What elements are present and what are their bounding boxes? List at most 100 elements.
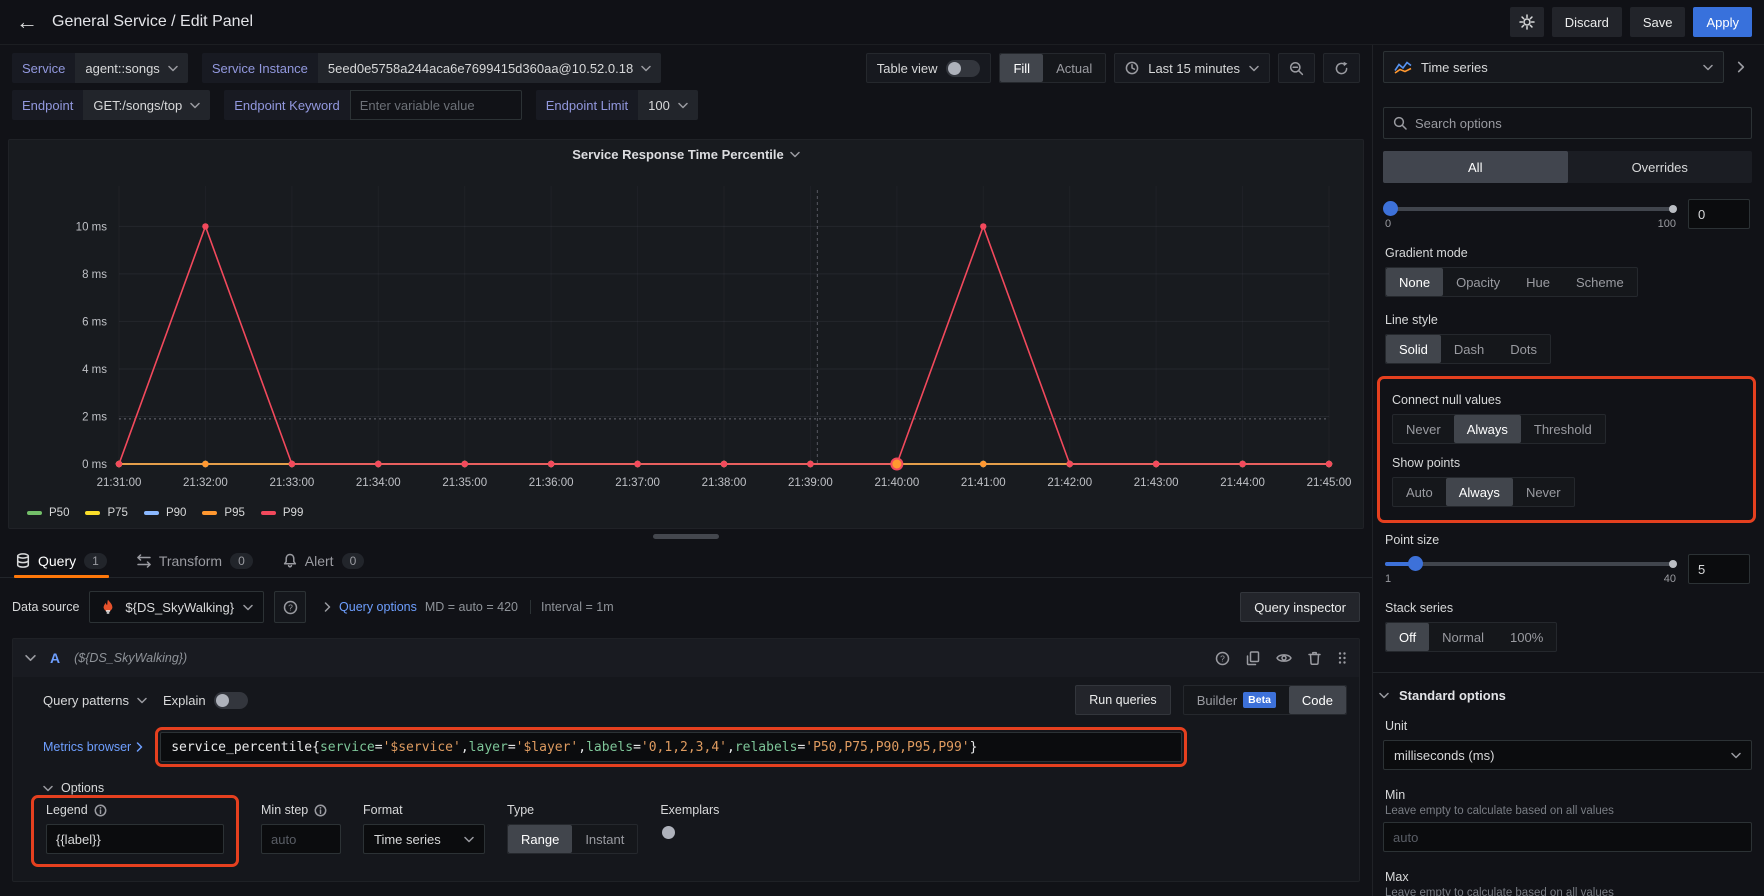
connect-null-switch-option-always[interactable]: Always [1454,415,1521,443]
tab-overrides[interactable]: Overrides [1568,151,1753,183]
query-annotation-box: service_percentile{service='$service', l… [155,727,1187,767]
refresh-button[interactable] [1323,53,1360,83]
variable-service-instance: Service Instance 5eed0e5758a244aca6e7699… [202,53,661,83]
endpoint-value-dropdown[interactable]: GET:/songs/top [83,90,210,120]
zoom-out-button[interactable] [1278,53,1315,83]
unit-select[interactable]: milliseconds (ms) [1383,740,1752,770]
fill-actual-switch: Fill Actual [999,53,1106,83]
eye-icon[interactable] [1276,652,1292,664]
variables-bar: Service agent::songs Service Instance 5e… [0,45,1372,133]
chevron-down-icon [1379,692,1389,699]
query-options-link[interactable]: Query options [339,600,417,614]
datasource-help-button[interactable]: ? [274,591,306,623]
code-option[interactable]: Code [1289,686,1346,714]
type-switch-option-range[interactable]: Range [508,825,572,853]
panel-title[interactable]: Service Response Time Percentile [9,140,1363,168]
save-button[interactable]: Save [1630,7,1686,37]
promql-query-input[interactable]: service_percentile{service='$service', l… [160,732,1182,762]
point-size-slider[interactable] [1385,562,1676,566]
help-circle-icon[interactable]: ? [1215,651,1230,666]
time-series-chart[interactable]: 0 ms2 ms4 ms6 ms8 ms10 ms21:31:0021:32:0… [9,168,1363,502]
show-points-switch-option-auto[interactable]: Auto [1393,478,1446,506]
query-patterns-button[interactable]: Query patterns [43,693,147,708]
query-inspector-button[interactable]: Query inspector [1240,592,1360,622]
datasource-picker[interactable]: ${DS_SkyWalking} [89,591,264,623]
query-card-header[interactable]: A (${DS_SkyWalking}) ? [13,639,1359,677]
svg-text:21:38:00: 21:38:00 [702,477,747,489]
service-value: agent::songs [85,61,159,76]
connect-null-switch-option-threshold[interactable]: Threshold [1521,415,1605,443]
min-step-input[interactable] [261,824,341,854]
back-arrow-icon[interactable]: ← [16,9,38,35]
zoom-out-icon [1289,61,1304,76]
min-input[interactable] [1383,822,1752,852]
chevron-right-icon [1737,61,1745,73]
svg-text:4 ms: 4 ms [82,364,107,376]
gradient-mode-switch-option-none[interactable]: None [1386,268,1443,296]
collapse-chevron-icon[interactable] [25,654,36,662]
show-points-switch-option-always[interactable]: Always [1446,478,1513,506]
explain-toggle[interactable] [214,692,248,709]
gradient-mode-switch-option-opacity[interactable]: Opacity [1443,268,1513,296]
gradient-mode-switch-option-hue[interactable]: Hue [1513,268,1563,296]
service-value-dropdown[interactable]: agent::songs [75,53,187,83]
line-style-switch-option-dots[interactable]: Dots [1497,335,1550,363]
table-view-toggle-group: Table view [866,53,992,83]
options-search[interactable] [1383,107,1752,139]
opacity-slider[interactable] [1385,207,1676,211]
fill-option[interactable]: Fill [1000,54,1043,82]
endpoint-limit-value-dropdown[interactable]: 100 [638,90,698,120]
format-field: Format Time series [363,803,485,854]
legend-field: Legend [46,803,224,854]
resize-handle[interactable] [653,534,719,539]
legend-item-p99[interactable]: P99 [261,507,303,519]
legend-item-p90[interactable]: P90 [144,507,186,519]
discard-button[interactable]: Discard [1552,7,1622,37]
apply-button[interactable]: Apply [1693,7,1752,37]
stack-series-switch-option-off[interactable]: Off [1386,623,1429,651]
point-size-slider-knob[interactable] [1408,556,1423,571]
options-search-input[interactable] [1415,116,1742,131]
svg-text:?: ? [1220,653,1225,663]
table-view-toggle[interactable] [946,60,980,77]
format-select[interactable]: Time series [363,824,485,854]
tab-all[interactable]: All [1383,151,1568,183]
opacity-slider-knob[interactable] [1383,201,1398,216]
endpoint-keyword-input[interactable] [350,90,522,120]
run-queries-button[interactable]: Run queries [1075,685,1170,715]
connect-null-switch-option-never[interactable]: Never [1393,415,1454,443]
legend-input[interactable] [46,824,224,854]
line-style-switch-option-dash[interactable]: Dash [1441,335,1497,363]
collapse-pane-button[interactable] [1730,51,1752,83]
gradient-mode-switch-option-scheme[interactable]: Scheme [1563,268,1637,296]
panel-settings-button[interactable] [1510,7,1544,37]
visualization-picker[interactable]: Time series [1383,51,1724,83]
options-section-header[interactable]: Options [43,781,1347,795]
builder-option[interactable]: Builder Beta [1184,686,1289,714]
endpoint-value: GET:/songs/top [93,98,182,113]
query-card-body: Query patterns Explain Run queries Build… [13,677,1359,881]
trash-icon[interactable] [1308,651,1321,665]
tab-query[interactable]: Query 1 [14,544,109,577]
legend-item-p75[interactable]: P75 [85,507,127,519]
query-ref-id[interactable]: A [50,650,60,666]
duplicate-icon[interactable] [1246,651,1260,666]
legend-item-p95[interactable]: P95 [202,507,244,519]
metrics-browser-button[interactable]: Metrics browser [43,740,143,754]
type-switch-option-instant[interactable]: Instant [572,825,637,853]
stack-series-switch-option-normal[interactable]: Normal [1429,623,1497,651]
show-points-switch-option-never[interactable]: Never [1513,478,1574,506]
fill-opacity-slider-row: 0 100 0 [1385,199,1750,230]
drag-handle-icon[interactable] [1337,651,1347,665]
time-range-picker[interactable]: Last 15 minutes [1114,53,1270,83]
opacity-value-box[interactable]: 0 [1688,199,1750,229]
stack-series-switch-option-100[interactable]: 100% [1497,623,1556,651]
standard-options-header[interactable]: Standard options [1383,688,1752,703]
legend-item-p50[interactable]: P50 [27,507,69,519]
service-instance-value-dropdown[interactable]: 5eed0e5758a244aca6e7699415d360aa@10.52.0… [318,53,661,83]
point-size-value-box[interactable]: 5 [1688,554,1750,584]
tab-alert[interactable]: Alert 0 [281,544,366,577]
tab-transform[interactable]: Transform 0 [135,544,255,577]
line-style-switch-option-solid[interactable]: Solid [1386,335,1441,363]
actual-option[interactable]: Actual [1043,54,1105,82]
